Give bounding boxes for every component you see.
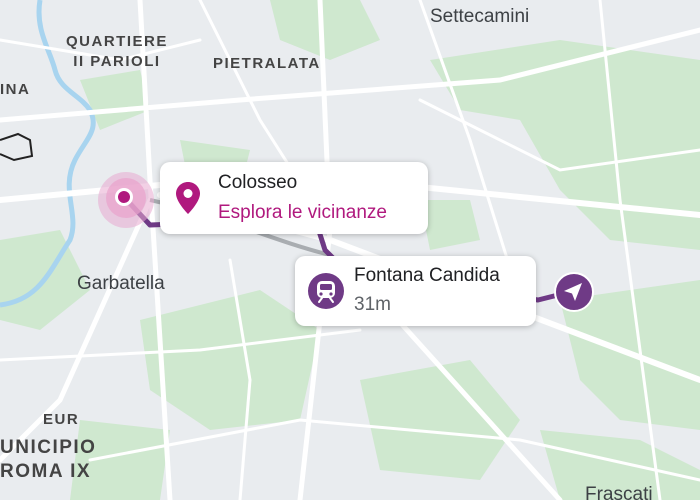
- origin-marker[interactable]: [96, 170, 156, 230]
- place-label-ina: INA: [0, 81, 31, 98]
- map-base: [0, 0, 700, 500]
- place-label-frascati: Frascati: [585, 484, 653, 500]
- origin-title: Colosseo: [218, 172, 298, 193]
- travel-duration: 31m: [354, 294, 391, 315]
- place-label-line: QUARTIERE: [66, 33, 168, 50]
- navigation-arrow-icon[interactable]: [553, 271, 595, 313]
- location-pin-icon: [176, 182, 200, 214]
- place-label-settecamini: Settecamini: [430, 6, 530, 27]
- place-label-line: ROMA IX: [0, 461, 92, 482]
- place-label-line: UNICIPIO: [0, 437, 97, 458]
- place-label-garbatella: Garbatella: [77, 273, 165, 294]
- place-label-pietralata: PIETRALATA: [213, 55, 321, 72]
- destination-title: Fontana Candida: [354, 265, 500, 286]
- explore-nearby-link[interactable]: Esplora le vicinanze: [218, 202, 387, 224]
- map-view[interactable]: Settecamini QUARTIERE II PARIOLI PIETRAL…: [0, 0, 700, 500]
- place-label-line: II PARIOLI: [73, 53, 161, 70]
- place-label-municipio: UNICIPIO ROMA IX: [0, 436, 96, 484]
- metro-train-icon: [308, 273, 344, 309]
- origin-place-card[interactable]: Colosseo Esplora le vicinanze: [160, 162, 428, 234]
- destination-place-card[interactable]: Fontana Candida 31m: [295, 256, 536, 326]
- place-label-quartiere-parioli: QUARTIERE II PARIOLI: [66, 32, 168, 72]
- place-label-eur: EUR: [43, 411, 80, 428]
